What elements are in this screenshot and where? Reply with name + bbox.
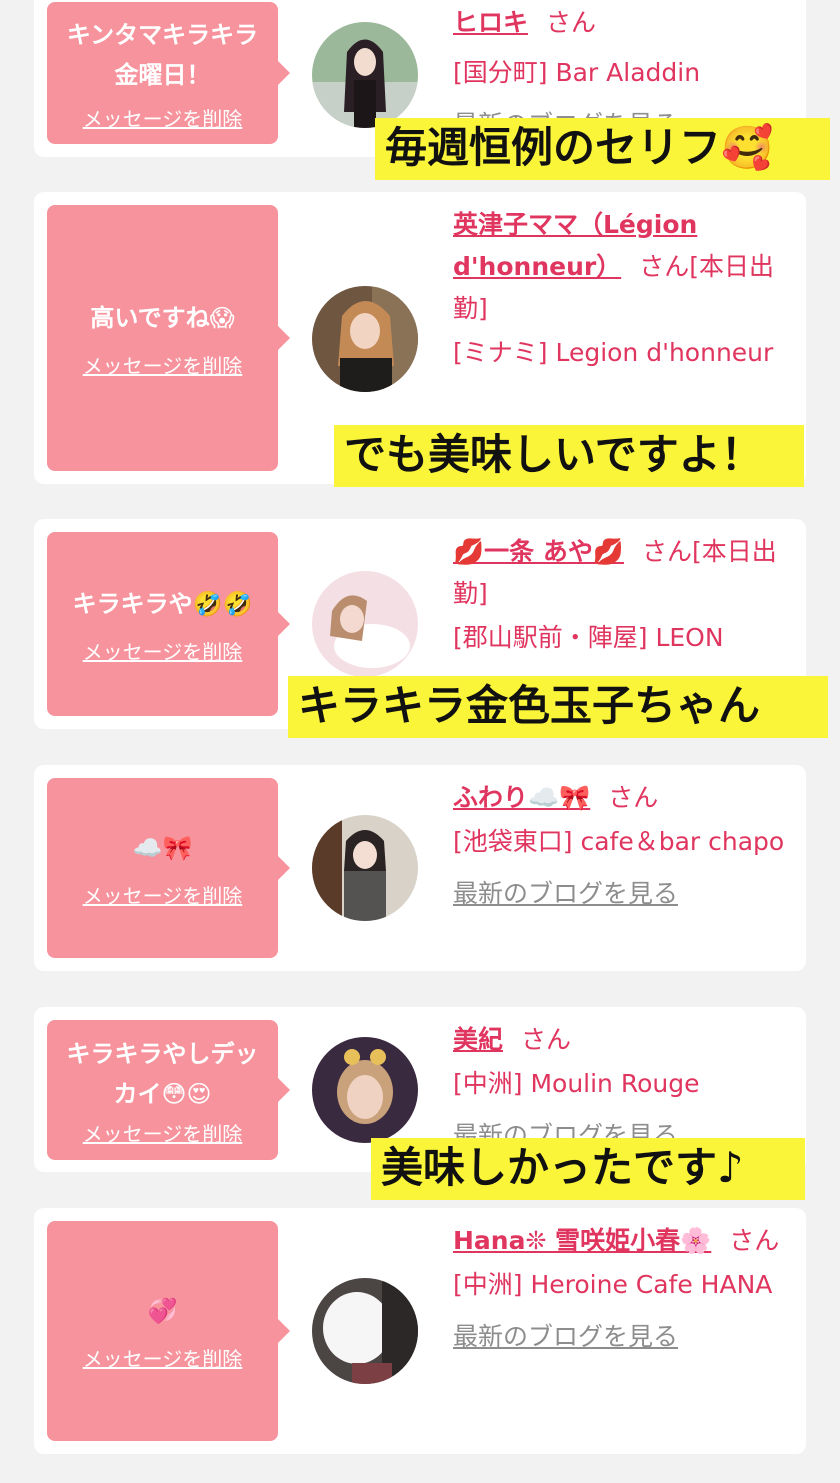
shop-label: [池袋東口] cafe＆bar chapo [453,827,785,856]
message-bubble: ☁️🎀 メッセージを削除 [47,778,290,958]
message-text: 高いですね😱 [90,303,235,332]
avatar[interactable] [312,22,418,128]
delete-message-link[interactable]: メッセージを削除 [83,636,243,665]
avatar-photo [312,1037,418,1143]
avatar-photo [312,286,418,392]
latest-blog-link[interactable]: 最新のブログを見る [453,1316,791,1358]
overlay-caption: でも美味しいですよ！ [334,425,804,487]
shop-label: [中洲] Moulin Rouge [453,1069,700,1098]
message-text: キンタマキラキラ金曜日！ [66,20,259,89]
delete-message-link[interactable]: メッセージを削除 [83,1343,243,1372]
message-card: ☁️🎀 メッセージを削除 ふわり☁️🎀 さん [池袋東口] cafe＆bar ch… [34,765,806,971]
profile-info: ふわり☁️🎀 さん [池袋東口] cafe＆bar chapo 最新のブログを見る [453,777,791,915]
profile-name-link[interactable]: 美紀 [453,1025,503,1054]
overlay-caption: 美味しかったです♪ [371,1138,805,1200]
avatar-photo [312,1278,418,1384]
profile-info: 💋一条 あや💋 さん[本日出勤] [郡山駅前・陣屋] LEON [453,531,791,659]
profile-name-link[interactable]: ふわり☁️🎀 [453,783,590,812]
profile-info: 英津子ママ（Légion d'honneur） さん[本日出勤] [ミナミ] Le… [453,204,791,374]
message-bubble: 💞 メッセージを削除 [47,1221,290,1441]
honorific: さん [546,8,597,37]
avatar-photo [312,22,418,128]
message-bubble: 高いですね😱 メッセージを削除 [47,205,290,471]
message-text: キラキラやしデッカイ😳😍 [66,1039,259,1108]
profile-name-link[interactable]: ヒロキ [453,8,528,37]
overlay-caption: キラキラ金色玉子ちゃん [288,676,828,738]
delete-message-link[interactable]: メッセージを削除 [83,350,243,379]
shop-label: [国分町] Bar Aladdin [453,58,701,87]
message-card: 💞 メッセージを削除 Hana❊ 雪咲姫小春🌸 さん [中洲] Heroine C… [34,1208,806,1454]
shop-label: [中洲] Heroine Cafe HANA [453,1270,773,1299]
message-bubble: キラキラやしデッカイ😳😍 メッセージを削除 [47,1020,290,1160]
latest-blog-link[interactable]: 最新のブログを見る [453,873,791,915]
message-text: キラキラや🤣🤣 [72,589,253,618]
delete-message-link[interactable]: メッセージを削除 [83,880,243,909]
avatar[interactable] [312,815,418,921]
delete-message-link[interactable]: メッセージを削除 [83,103,243,132]
avatar[interactable] [312,1278,418,1384]
avatar-photo [312,815,418,921]
avatar[interactable] [312,571,418,677]
profile-name-link[interactable]: Hana❊ 雪咲姫小春🌸 [453,1226,711,1255]
avatar[interactable] [312,1037,418,1143]
delete-message-link[interactable]: メッセージを削除 [83,1118,243,1147]
overlay-caption: 毎週恒例のセリフ🥰 [375,118,830,180]
shop-label: [郡山駅前・陣屋] LEON [453,623,724,652]
profile-name-link[interactable]: 💋一条 あや💋 [453,537,624,566]
message-bubble: キラキラや🤣🤣 メッセージを削除 [47,532,290,716]
avatar-photo [312,571,418,677]
honorific: さん [521,1025,572,1054]
avatar[interactable] [312,286,418,392]
profile-info: 美紀 さん [中洲] Moulin Rouge 最新のブログを見る [453,1019,791,1157]
message-bubble: キンタマキラキラ金曜日！ メッセージを削除 [47,2,290,144]
shop-label: [ミナミ] Legion d'honneur [453,338,774,367]
honorific: さん [729,1226,780,1255]
message-text: ☁️🎀 [132,833,193,862]
profile-info: Hana❊ 雪咲姫小春🌸 さん [中洲] Heroine Cafe HANA 最新… [453,1220,791,1358]
message-text: 💞 [147,1296,178,1325]
honorific: さん [608,783,659,812]
